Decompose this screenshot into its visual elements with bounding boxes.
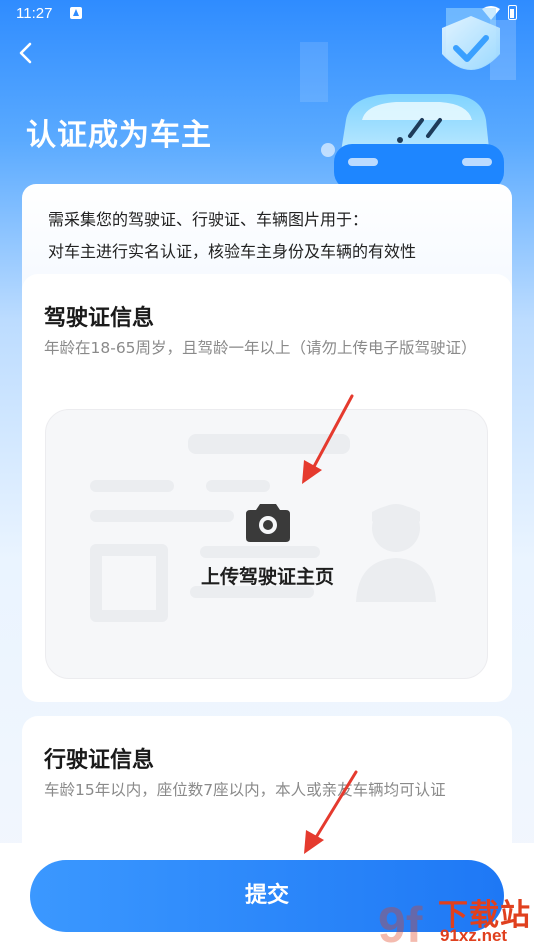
vehicle-license-title: 行驶证信息: [44, 748, 155, 773]
annotation-arrow-icon: [302, 394, 354, 484]
svg-text:9f: 9f: [378, 897, 423, 950]
intro-text-line-1: 需采集您的驾驶证、行驶证、车辆图片用于：: [48, 210, 369, 229]
placeholder-bar: [200, 546, 320, 558]
back-icon: [19, 42, 32, 64]
placeholder-bar: [206, 480, 270, 492]
annotation-arrow-icon: [304, 770, 358, 854]
driver-license-description: 年龄在18-65周岁，且驾龄一年以上（请勿上传电子版驾驶证）: [44, 339, 477, 357]
page-title: 认证成为车主: [26, 118, 212, 153]
driver-license-card: 驾驶证信息 年龄在18-65周岁，且驾龄一年以上（请勿上传电子版驾驶证） 上传驾…: [22, 274, 512, 702]
notification-icon: [70, 7, 82, 19]
watermark-url: 91xz.net: [440, 926, 508, 945]
vehicle-license-description: 车龄15年以内，座位数7座以内，本人或亲友车辆均可认证: [44, 781, 446, 799]
driver-license-upload-area[interactable]: 上传驾驶证主页: [45, 409, 488, 679]
hero-car-shield-illustration: [300, 8, 516, 190]
camera-icon: [246, 504, 290, 542]
upload-driver-license-label: 上传驾驶证主页: [200, 566, 334, 588]
back-button[interactable]: [12, 36, 42, 70]
status-time: 11:27: [16, 5, 53, 22]
placeholder-bar: [90, 510, 234, 522]
driver-license-title: 驾驶证信息: [44, 306, 155, 331]
intro-text-line-2: 对车主进行实名认证，核验车主身份及车辆的有效性: [48, 242, 417, 261]
placeholder-bar: [90, 480, 174, 492]
